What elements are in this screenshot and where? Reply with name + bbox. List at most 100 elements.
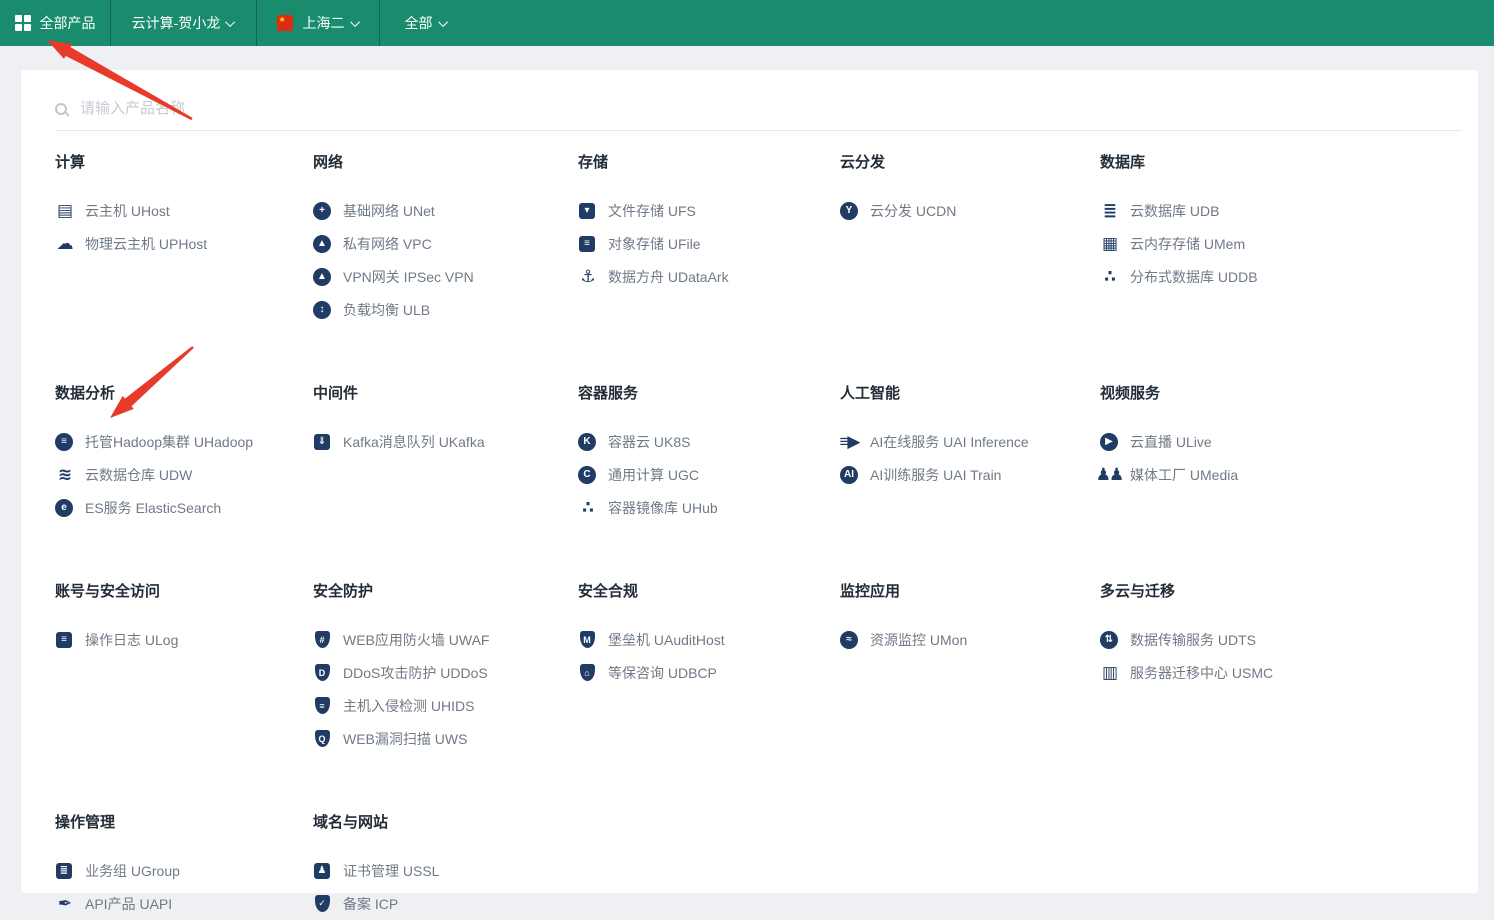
- section-middleware: 中间件 ⇓Kafka消息队列 UKafka: [313, 382, 578, 524]
- section-ai: 人工智能≡▶AI在线服务 UAI InferenceAIAI训练服务 UAI T…: [840, 382, 1100, 524]
- file-storage-icon: ▾: [578, 203, 596, 219]
- category-row-4: 操作管理 ≣业务组 UGroup✒API产品 UAPI 域名与网站 ♟证书管理 USS…: [55, 811, 1448, 920]
- product-item-label: 数据传输服务 UDTS: [1130, 630, 1256, 650]
- product-item-udbcp[interactable]: ⌂等保咨询 UDBCP: [578, 656, 840, 689]
- product-item-ulb[interactable]: ↕负载均衡 ULB: [313, 293, 578, 326]
- product-item-ulog[interactable]: ≡操作日志 ULog: [55, 623, 313, 656]
- section-security-compliance: 安全合规 M堡垒机 UAuditHost⌂等保咨询 UDBCP: [578, 580, 840, 755]
- product-item-uhids[interactable]: ≡主机入侵检测 UHIDS: [313, 689, 578, 722]
- media-factory-icon: ♟♟: [1100, 466, 1118, 484]
- china-flag-icon: ★: [277, 15, 293, 31]
- product-item-ufile[interactable]: ≡对象存储 UFile: [578, 227, 840, 260]
- category-row-2: 数据分析 ≡托管Hadoop集群 UHadoop≋云数据仓库 UDWeES服务 E…: [55, 382, 1448, 524]
- database-icon: ≣: [1100, 202, 1118, 220]
- product-item-ugroup[interactable]: ≣业务组 UGroup: [55, 854, 313, 887]
- section-title-cdn: 云分发: [840, 151, 1100, 172]
- product-item-umedia[interactable]: ♟♟媒体工厂 UMedia: [1100, 458, 1448, 491]
- section-network: 网络+基础网络 UNet▲私有网络 VPC▲VPN网关 IPSec VPN↕负载…: [313, 151, 578, 326]
- product-item-label: 对象存储 UFile: [608, 234, 701, 254]
- product-item-uwaf[interactable]: #WEB应用防火墙 UWAF: [313, 623, 578, 656]
- top-nav: 全部产品 云计算-贺小龙 ★ 上海二 全部: [0, 0, 1494, 46]
- section-title-operations: 操作管理: [55, 811, 313, 832]
- compliance-shield-icon: ⌂: [578, 664, 596, 681]
- product-item-ussl[interactable]: ♟证书管理 USSL: [313, 854, 578, 887]
- product-item-uhost[interactable]: ▤云主机 UHost: [55, 194, 313, 227]
- product-item-label: 通用计算 UGC: [608, 465, 699, 485]
- hadoop-icon: ≡: [55, 433, 73, 451]
- container-registry-icon: ∴: [578, 499, 596, 517]
- product-item-label: 服务器迁移中心 USMC: [1130, 663, 1273, 683]
- product-item-uapi[interactable]: ✒API产品 UAPI: [55, 887, 313, 920]
- product-item-ufs[interactable]: ▾ 文件存储 UFS: [578, 194, 840, 227]
- section-title-account-security: 账号与安全访问: [55, 580, 313, 601]
- tab-project-dropdown[interactable]: 全部: [379, 0, 472, 46]
- search-icon: [55, 103, 67, 115]
- product-item-vpc[interactable]: ▲私有网络 VPC: [313, 227, 578, 260]
- product-item-ipsec-vpn[interactable]: ▲VPN网关 IPSec VPN: [313, 260, 578, 293]
- tab-account-dropdown[interactable]: 云计算-贺小龙: [110, 0, 256, 46]
- product-item-elasticsearch[interactable]: eES服务 ElasticSearch: [55, 491, 313, 524]
- product-categories: 计算 ▤云主机 UHost ☁ 物理云主机 UPHost 网络+基础网络 UNet▲私有…: [55, 151, 1448, 920]
- category-row-3: 账号与安全访问 ≡操作日志 ULog 安全防护 #WEB应用防火墙 UWAFDDDoS…: [55, 580, 1448, 755]
- product-item-label: 云数据库 UDB: [1130, 201, 1219, 221]
- section-title-middleware: 中间件: [313, 382, 578, 403]
- product-item-label: 数据方舟 UDataArk: [608, 267, 729, 287]
- product-item-umem[interactable]: ▦云内存存储 UMem: [1100, 227, 1448, 260]
- tab-region-dropdown[interactable]: ★ 上海二: [256, 0, 379, 46]
- product-item-uddos[interactable]: DDDoS攻击防护 UDDoS: [313, 656, 578, 689]
- general-compute-icon: C: [578, 466, 596, 484]
- resource-monitor-icon: ≈: [840, 631, 858, 649]
- product-item-usmc[interactable]: ▥服务器迁移中心 USMC: [1100, 656, 1448, 689]
- product-item-label: AI训练服务 UAI Train: [870, 465, 1001, 485]
- section-account-security: 账号与安全访问 ≡操作日志 ULog: [55, 580, 313, 755]
- section-title-data-analysis: 数据分析: [55, 382, 313, 403]
- product-item-label: 云分发 UCDN: [870, 201, 956, 221]
- product-item-uaudithost[interactable]: M堡垒机 UAuditHost: [578, 623, 840, 656]
- section-title-storage: 存储: [578, 151, 840, 172]
- product-item-uai-train[interactable]: AIAI训练服务 UAI Train: [840, 458, 1100, 491]
- tab-all-products[interactable]: 全部产品: [0, 0, 110, 46]
- product-item-ugc[interactable]: C 通用计算 UGC: [578, 458, 840, 491]
- product-item-uai-inference[interactable]: ≡▶AI在线服务 UAI Inference: [840, 425, 1100, 458]
- product-item-udataark[interactable]: ⚓数据方舟 UDataArk: [578, 260, 840, 293]
- product-item-label: DDoS攻击防护 UDDoS: [343, 663, 488, 683]
- section-title-security-protection: 安全防护: [313, 580, 578, 601]
- product-item-uddb[interactable]: ∴分布式数据库 UDDB: [1100, 260, 1448, 293]
- product-item-uhadoop[interactable]: ≡托管Hadoop集群 UHadoop: [55, 425, 313, 458]
- elasticsearch-icon: e: [55, 499, 73, 517]
- product-item-label: 云内存存储 UMem: [1130, 234, 1245, 254]
- product-item-uhub[interactable]: ∴容器镜像库 UHub: [578, 491, 840, 524]
- live-streaming-icon: ▶: [1100, 433, 1118, 451]
- data-transfer-icon: ⇅: [1100, 631, 1118, 649]
- product-item-udb[interactable]: ≣ 云数据库 UDB: [1100, 194, 1448, 227]
- search-input[interactable]: [80, 100, 580, 117]
- product-item-unet[interactable]: +基础网络 UNet: [313, 194, 578, 227]
- section-monitoring: 监控应用 ≈资源监控 UMon: [840, 580, 1100, 755]
- api-icon: ✒: [55, 895, 73, 913]
- section-title-security-compliance: 安全合规: [578, 580, 840, 601]
- section-video: 视频服务▶云直播 ULive♟♟媒体工厂 UMedia: [1100, 382, 1448, 524]
- product-item-label: 文件存储 UFS: [608, 201, 696, 221]
- product-item-icp[interactable]: ✓备案 ICP: [313, 887, 578, 920]
- section-storage: 存储 ▾ 文件存储 UFS ≡对象存储 UFile⚓数据方舟 UDataArk: [578, 151, 840, 326]
- section-title-compute: 计算: [55, 151, 313, 172]
- grid-icon: [15, 15, 31, 31]
- product-item-uws[interactable]: QWEB漏洞扫描 UWS: [313, 722, 578, 755]
- product-item-ukafka[interactable]: ⇓Kafka消息队列 UKafka: [313, 425, 578, 458]
- section-title-monitoring: 监控应用: [840, 580, 1100, 601]
- product-item-umon[interactable]: ≈资源监控 UMon: [840, 623, 1100, 656]
- product-item-label: 堡垒机 UAuditHost: [608, 630, 725, 650]
- product-item-ulive[interactable]: ▶云直播 ULive: [1100, 425, 1448, 458]
- section-title-container: 容器服务: [578, 382, 840, 403]
- product-item-uphost[interactable]: ☁ 物理云主机 UPHost: [55, 227, 313, 260]
- product-item-label: 物理云主机 UPHost: [85, 234, 207, 254]
- product-item-udts[interactable]: ⇅ 数据传输服务 UDTS: [1100, 623, 1448, 656]
- product-item-udw[interactable]: ≋云数据仓库 UDW: [55, 458, 313, 491]
- category-row-1: 计算 ▤云主机 UHost ☁ 物理云主机 UPHost 网络+基础网络 UNet▲私有…: [55, 151, 1448, 326]
- section-title-domain-website: 域名与网站: [313, 811, 578, 832]
- physical-cloud-icon: ☁: [55, 235, 73, 253]
- product-item-uk8s[interactable]: K容器云 UK8S: [578, 425, 840, 458]
- product-item-label: 主机入侵检测 UHIDS: [343, 696, 474, 716]
- product-item-ucdn[interactable]: Y云分发 UCDN: [840, 194, 1100, 227]
- tab-region-label: 上海二: [303, 13, 345, 33]
